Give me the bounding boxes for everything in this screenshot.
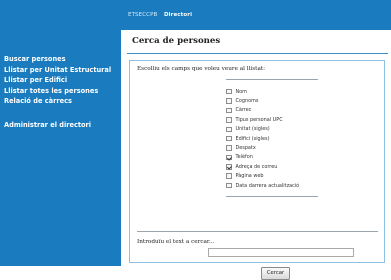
fields-bottom-divider xyxy=(226,196,318,197)
field-checkbox-list: Nom Cognoms Càrrec Tipus personal UPC Un… xyxy=(226,87,299,190)
field-option: Cognoms xyxy=(226,96,299,105)
field-checkbox[interactable] xyxy=(226,117,232,123)
section-divider xyxy=(137,231,378,232)
field-option: Tipus personal UPC xyxy=(226,115,299,124)
field-checkbox[interactable] xyxy=(226,98,232,104)
field-option: Adreça de correu xyxy=(226,162,299,171)
sidebar-menu: Buscar persones Llistar per Unitat Estru… xyxy=(4,55,119,132)
field-checkbox[interactable] xyxy=(226,145,232,151)
fields-top-divider xyxy=(226,79,318,80)
top-bar: ETSECCPB Directori xyxy=(121,0,391,30)
field-label: Cognoms xyxy=(235,98,259,105)
field-option: Unitat (sigles) xyxy=(226,125,299,134)
field-label: Unitat (sigles) xyxy=(235,126,270,133)
field-checkbox[interactable] xyxy=(226,135,232,142)
field-checkbox[interactable] xyxy=(226,154,232,161)
sidebar-item-llistar-per-unitat[interactable]: Llistar per Unitat Estructural xyxy=(4,66,119,74)
search-input[interactable] xyxy=(208,248,354,257)
sidebar-item-administrar[interactable]: Administrar el directori xyxy=(4,121,119,129)
sidebar-item-llistar-totes[interactable]: Llistar totes les persones xyxy=(4,87,119,95)
title-divider xyxy=(127,53,388,54)
breadcrumb-root[interactable]: ETSECCPB xyxy=(128,12,157,18)
field-option: Telèfon xyxy=(226,153,299,162)
main-content: Cerca de persones Escolliu els camps que… xyxy=(127,36,388,280)
sidebar-item-relacio-carrecs[interactable]: Relació de càrrecs xyxy=(4,97,119,105)
field-label: Tipus personal UPC xyxy=(235,116,283,123)
field-label: Adreça de correu xyxy=(235,163,278,170)
field-checkbox[interactable] xyxy=(226,107,232,114)
page-title: Cerca de persones xyxy=(132,36,221,46)
search-form-panel: Escolliu els camps que voleu veure al ll… xyxy=(129,60,385,280)
field-label: Telèfon xyxy=(235,154,253,161)
field-checkbox[interactable] xyxy=(226,88,232,95)
field-checkbox[interactable] xyxy=(226,173,232,179)
field-label: Càrrec xyxy=(235,107,252,114)
field-label: Pàgina web xyxy=(235,173,264,180)
field-option: Edifici (sigles) xyxy=(226,134,299,143)
search-label: Introduïu el text a cercar... xyxy=(137,239,215,245)
field-option: Càrrec xyxy=(226,106,299,115)
sidebar: Buscar persones Llistar per Unitat Estru… xyxy=(0,0,121,266)
field-checkbox[interactable] xyxy=(226,164,232,170)
search-button[interactable]: Cercar xyxy=(261,267,290,280)
field-option: Pàgina web xyxy=(226,172,299,181)
field-label: Despatx xyxy=(235,145,256,152)
fields-header: Escolliu els camps que voleu veure al ll… xyxy=(137,66,266,72)
field-option: Despatx xyxy=(226,143,299,152)
field-checkbox[interactable] xyxy=(226,126,232,132)
field-label: Edifici (sigles) xyxy=(235,135,270,142)
field-label: Nom xyxy=(235,88,247,95)
breadcrumb-current[interactable]: Directori xyxy=(164,12,192,18)
sidebar-item-buscar-persones[interactable]: Buscar persones xyxy=(4,55,119,63)
field-label: Data darrera actualització xyxy=(235,182,300,189)
field-option: Data darrera actualització xyxy=(226,181,299,190)
field-checkbox[interactable] xyxy=(226,182,232,189)
field-option: Nom xyxy=(226,87,299,96)
sidebar-item-llistar-per-edifici[interactable]: Llistar per Edifici xyxy=(4,76,119,84)
